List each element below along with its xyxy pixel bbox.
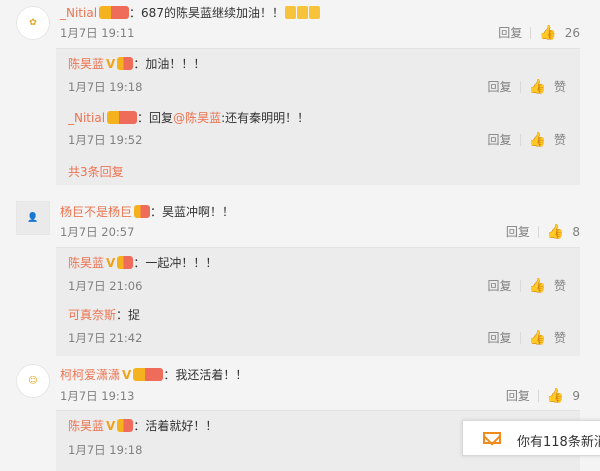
- fan-badge-icon: [134, 205, 151, 218]
- reply-time: 1月7日 19:18: [68, 443, 143, 457]
- reply-button[interactable]: 回复: [488, 277, 512, 294]
- like-icon[interactable]: 👍: [547, 388, 564, 404]
- verified-icon: V: [106, 419, 116, 433]
- comment-time: 1月7日 19:13: [60, 389, 135, 403]
- divider: [530, 26, 532, 39]
- like-label[interactable]: 赞: [554, 78, 566, 95]
- emoji-icon: [308, 6, 320, 19]
- avatar[interactable]: ✿: [16, 6, 50, 40]
- reply-text: ：捉: [116, 308, 141, 322]
- comment-username[interactable]: _Nitial: [60, 6, 97, 20]
- reply-button[interactable]: 回复: [506, 223, 530, 240]
- like-label[interactable]: 赞: [554, 131, 566, 148]
- reply-text-prefix: ：回复: [137, 111, 174, 125]
- reply-text: :还有秦明明！！: [221, 111, 310, 125]
- like-icon[interactable]: 👍: [529, 79, 546, 95]
- like-icon[interactable]: 👍: [539, 25, 556, 41]
- like-icon[interactable]: 👍: [547, 224, 564, 240]
- reply-username[interactable]: _Nitial: [68, 111, 105, 125]
- reply-time: 1月7日 19:18: [68, 80, 143, 94]
- more-replies-link[interactable]: 共3条回复: [68, 163, 124, 180]
- mention-link[interactable]: @陈昊蓝: [173, 111, 221, 125]
- reply-time: 1月7日 19:52: [68, 133, 143, 147]
- fan-badge-icon: [117, 57, 134, 70]
- like-count: 8: [572, 224, 580, 239]
- reply-list: 陈昊蓝 V ：一起冲！！！ 1月7日 21:06 回复 👍 赞 可真奈斯：捉 1月7…: [56, 247, 580, 356]
- reply-text: ：一起冲！！！: [133, 256, 218, 270]
- verified-icon: V: [106, 256, 116, 270]
- comment-time: 1月7日 19:11: [60, 26, 135, 40]
- like-label[interactable]: 赞: [554, 277, 566, 294]
- divider: [519, 133, 521, 146]
- like-label[interactable]: 赞: [554, 329, 566, 346]
- like-icon[interactable]: 👍: [529, 278, 546, 294]
- like-icon[interactable]: 👍: [529, 330, 546, 346]
- comment-text: ：昊蓝冲啊！！: [150, 205, 235, 219]
- reply-text: ：加油！！！: [133, 57, 206, 71]
- notification-text: 你有118条新消: [517, 435, 600, 450]
- divider: [519, 331, 521, 344]
- reply-time: 1月7日 21:42: [68, 331, 143, 345]
- message-notification[interactable]: 你有118条新消: [462, 420, 600, 456]
- reply-button[interactable]: 回复: [498, 24, 522, 41]
- comment-username[interactable]: 柯柯爱潇潇: [60, 368, 120, 382]
- reply-button[interactable]: 回复: [488, 131, 512, 148]
- divider: [537, 389, 539, 402]
- verified-icon: V: [122, 368, 132, 382]
- avatar[interactable]: ☺: [16, 364, 50, 398]
- avatar[interactable]: 👤: [16, 201, 50, 235]
- reply-button[interactable]: 回复: [506, 387, 530, 404]
- fan-badge-icon: [117, 256, 134, 269]
- like-count: 26: [564, 25, 580, 40]
- fan-badge-icon: [117, 419, 134, 432]
- divider: [519, 80, 521, 93]
- comment-text: ：687的陈昊蓝继续加油！！: [129, 6, 284, 20]
- reply-time: 1月7日 21:06: [68, 279, 143, 293]
- reply-button[interactable]: 回复: [488, 329, 512, 346]
- divider: [537, 225, 539, 238]
- verified-icon: V: [106, 57, 116, 71]
- emoji-icon: [296, 6, 308, 19]
- fan-badge-icon: [133, 368, 164, 381]
- fan-badge-icon: [99, 6, 130, 19]
- like-count: 9: [572, 388, 580, 403]
- reply-button[interactable]: 回复: [488, 78, 512, 95]
- reply-username[interactable]: 陈昊蓝: [68, 256, 104, 270]
- divider: [519, 279, 521, 292]
- reply-username[interactable]: 陈昊蓝: [68, 57, 104, 71]
- reply-username[interactable]: 陈昊蓝: [68, 419, 104, 433]
- emoji-icon: [284, 6, 296, 19]
- mail-icon: [483, 432, 501, 444]
- comment-text: ：我还活着！！: [163, 368, 248, 382]
- reply-list: 陈昊蓝 V ：加油！！！ 1月7日 19:18 回复 👍 赞 _Nitial ：回复@…: [56, 48, 580, 185]
- reply-username[interactable]: 可真奈斯: [68, 308, 116, 322]
- comment-time: 1月7日 20:57: [60, 225, 135, 239]
- fan-badge-icon: [107, 111, 138, 124]
- like-icon[interactable]: 👍: [529, 132, 546, 148]
- reply-text: ：活着就好！！: [133, 419, 218, 433]
- comment-username[interactable]: 杨巨不是杨巨: [60, 205, 132, 219]
